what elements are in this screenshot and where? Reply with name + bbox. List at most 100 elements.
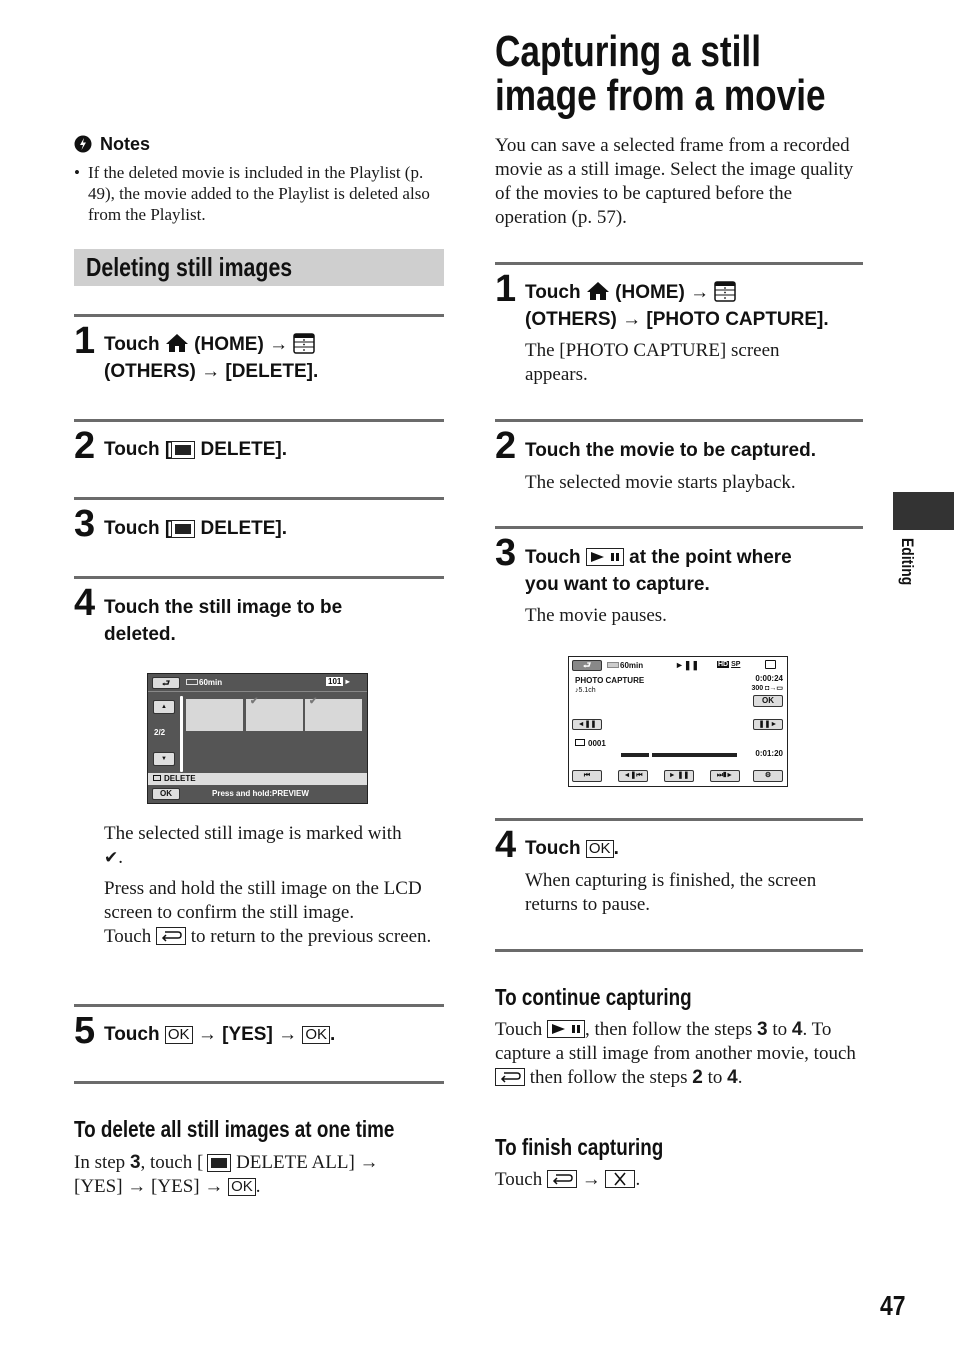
delete-screen-illustration: ⮐ 60min 101 ▸ ▲ 2/2 ▼ ✔ ✔ DELETE OK Pres…	[147, 673, 368, 804]
play-status-icon: ►❚❚	[675, 660, 699, 670]
capture-step-3-desc: The movie pauses.	[525, 605, 667, 626]
capture-step-2-text: Touch the movie to be captured.	[525, 440, 817, 461]
folder-badge: 101 ▸	[326, 677, 350, 686]
battery-indicator: 60min	[607, 661, 643, 671]
checkmark-icon: ✔	[104, 848, 119, 868]
scroll-down-button[interactable]: ▼	[153, 752, 175, 766]
progress-position[interactable]	[648, 752, 652, 758]
frame-forward-button[interactable]: ❚❚►	[753, 719, 783, 730]
mode-bar: DELETE	[148, 773, 367, 785]
slow-reverse-button[interactable]: ◄❚⏮	[618, 770, 648, 782]
capture-step-4-desc: When capturing is finished, the screen r…	[525, 870, 817, 915]
capture-step-3-text: Touch at the point where you want to cap…	[525, 547, 792, 595]
thumbnail[interactable]	[186, 699, 243, 731]
page-title: Capturing a still image from a movie	[495, 27, 826, 120]
divider	[495, 526, 863, 529]
capture-step-1-text: Touch (HOME) → (OTHERS) → [PHOTO CAPTURE…	[525, 281, 829, 330]
delete-all-heading: To delete all still images at one time	[74, 1116, 395, 1142]
notes-heading: Notes	[74, 132, 150, 156]
capture-step-4-text: Touch OK.	[525, 838, 619, 859]
frame-back-button[interactable]: ◄❚❚	[572, 719, 602, 730]
step-number: 2	[495, 425, 517, 467]
finish-text: Touch → .	[495, 1169, 641, 1190]
battery-indicator: 60min	[186, 678, 222, 688]
thumbnail[interactable]: ✔	[305, 696, 362, 731]
divider	[495, 818, 863, 821]
home-icon	[586, 282, 609, 300]
delete-icon	[207, 1154, 232, 1172]
ok-key: OK	[228, 1178, 256, 1196]
option-button[interactable]: ⚙	[753, 770, 783, 782]
current-time: 0:00:24	[755, 674, 783, 683]
step-4-description: The selected still image is marked with ✔…	[104, 823, 432, 947]
ok-key: OK	[302, 1026, 331, 1044]
step-1-text: Touch (HOME) → (OTHERS) → [DELETE].	[104, 333, 319, 382]
frame-counter: 0001	[575, 739, 606, 749]
thumbnail[interactable]: ✔	[246, 696, 303, 731]
checkmark-icon: ✔	[309, 696, 318, 707]
hint-text: Press and hold:PREVIEW	[212, 789, 309, 798]
delete-all-text: In step 3, touch [ DELETE ALL] → [YES] →…	[74, 1152, 379, 1197]
side-tab-block	[893, 492, 954, 530]
prev-button[interactable]: ⏮	[572, 770, 602, 782]
divider	[74, 419, 444, 422]
divider	[74, 1081, 444, 1084]
side-tab-label: Editing	[898, 538, 917, 586]
quality-indicator: HD SP	[717, 661, 741, 668]
divider	[74, 1004, 444, 1007]
continue-text: Touch , then follow the steps 3 to 4. To…	[495, 1019, 856, 1088]
step-number: 5	[74, 1010, 96, 1052]
section-title: Deleting still images	[86, 252, 293, 282]
delete-icon	[171, 520, 196, 538]
capture-step-1-desc: The [PHOTO CAPTURE] screen appears.	[525, 340, 780, 385]
delete-icon	[171, 441, 196, 459]
divider	[495, 949, 863, 952]
section-title-bar: Deleting still images	[74, 249, 444, 286]
back-button[interactable]: ⮐	[572, 660, 602, 671]
ok-button[interactable]: OK	[152, 788, 180, 800]
return-icon	[155, 927, 186, 945]
notes-bullet: • If the deleted movie is included in th…	[74, 163, 430, 224]
caution-icon	[74, 135, 92, 153]
play-pause-icon	[585, 548, 624, 566]
ok-key: OK	[164, 1026, 193, 1044]
intro-text: You can save a selected frame from a rec…	[495, 135, 854, 228]
step-3-text: Touch [ DELETE].	[104, 518, 288, 539]
step-number: 4	[74, 582, 96, 624]
finish-heading: To finish capturing	[495, 1134, 664, 1160]
step-number: 1	[74, 320, 96, 362]
step-5-text: Touch OK → [YES] → OK.	[104, 1024, 336, 1045]
progress-track[interactable]	[621, 752, 737, 758]
ok-button[interactable]: OK	[753, 695, 783, 707]
photo-capture-screen-illustration: ⮐ 60min ►❚❚ HD SP PHOTO CAPTURE ♪5.1ch 0…	[568, 656, 788, 787]
step-2-text: Touch [ DELETE].	[104, 439, 288, 460]
step-number: 3	[495, 532, 517, 574]
others-icon	[293, 333, 316, 354]
ok-key: OK	[585, 840, 614, 858]
play-pause-icon	[546, 1020, 585, 1038]
step-number: 1	[495, 268, 517, 310]
step-4-text: Touch the still image to be deleted.	[104, 597, 343, 645]
slow-forward-button[interactable]: ⏭❚►	[710, 770, 740, 782]
divider	[495, 262, 863, 265]
back-button[interactable]: ⮐	[152, 677, 180, 689]
others-icon	[714, 281, 737, 302]
divider	[74, 314, 444, 317]
step-number: 4	[495, 824, 517, 866]
step-number: 2	[74, 425, 96, 467]
page-indicator: 2/2	[154, 728, 166, 737]
capture-step-2-desc: The selected movie starts playback.	[525, 472, 796, 493]
audio-indicator: ♪5.1ch	[575, 687, 596, 694]
page-number: 47	[880, 1290, 906, 1321]
divider	[74, 497, 444, 500]
scroll-up-button[interactable]: ▲	[153, 700, 175, 714]
close-icon	[605, 1170, 636, 1188]
return-icon	[495, 1068, 525, 1086]
divider	[74, 576, 444, 579]
total-time: 0:01:20	[755, 749, 783, 758]
divider	[495, 419, 863, 422]
step-number: 3	[74, 503, 96, 545]
home-icon	[165, 334, 188, 352]
scrollbar[interactable]	[180, 696, 183, 772]
play-pause-button[interactable]: ► ❚❚	[664, 770, 694, 782]
